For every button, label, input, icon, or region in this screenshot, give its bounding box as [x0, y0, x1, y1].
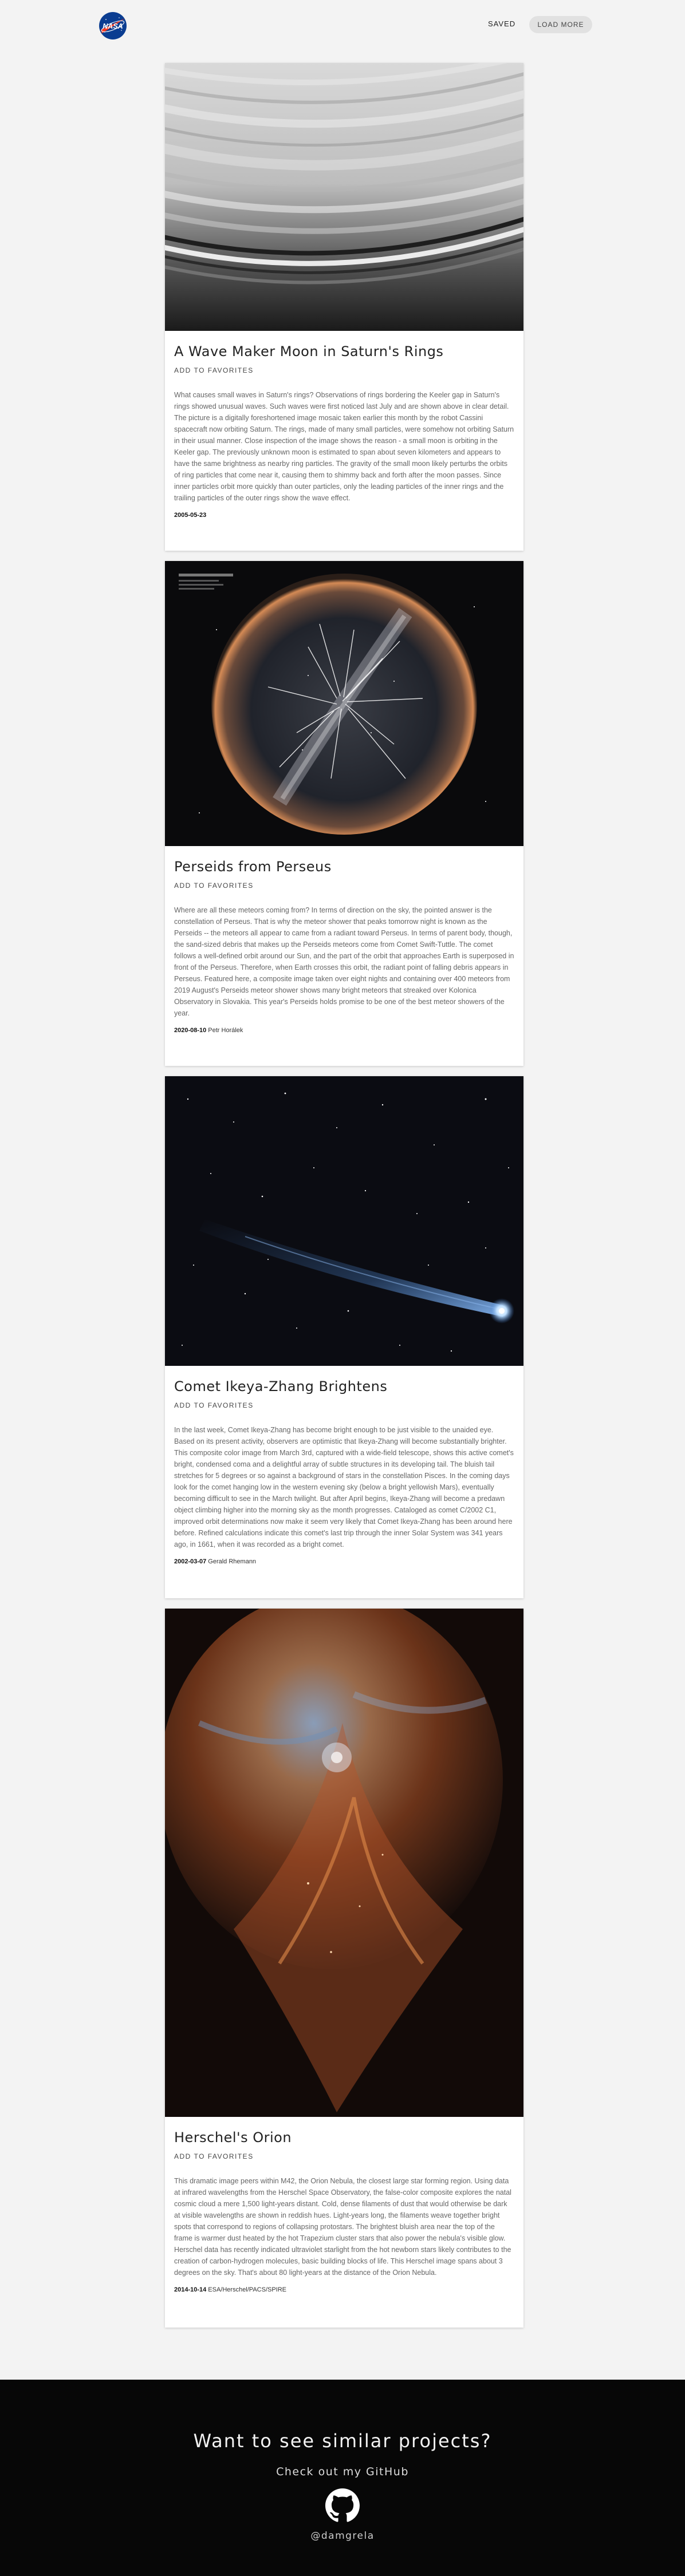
card-title: Herschel's Orion	[174, 2129, 292, 2146]
card-date: 2020-08-10	[174, 1027, 207, 1034]
apod-card: Perseids from Perseus ADD TO FAVORITES W…	[165, 561, 523, 1066]
apod-card: Herschel's Orion ADD TO FAVORITES This d…	[165, 1609, 523, 2328]
card-meta: 2005-05-23	[174, 512, 514, 519]
card-credit: Petr Horálek	[208, 1027, 243, 1034]
add-to-favorites-button[interactable]: ADD TO FAVORITES	[174, 2152, 254, 2160]
card-date: 2002-03-07	[174, 1558, 207, 1565]
perseids-allsky-image	[165, 561, 523, 846]
load-more-button[interactable]: LOAD MORE	[529, 16, 592, 33]
card-date: 2005-05-23	[174, 512, 207, 519]
nasa-logo-text: NASA	[103, 22, 123, 30]
apod-card: Comet Ikeya-Zhang Brightens ADD TO FAVOR…	[165, 1076, 523, 1598]
card-title: Comet Ikeya-Zhang Brightens	[174, 1378, 388, 1394]
add-to-favorites-button[interactable]: ADD TO FAVORITES	[174, 366, 254, 374]
saturn-rings-image	[165, 63, 523, 331]
card-title: Perseids from Perseus	[174, 859, 332, 875]
card-meta: 2014-10-14 ESA/Herschel/PACS/SPIRE	[174, 2286, 514, 2293]
card-description: Where are all these meteors coming from?…	[174, 906, 514, 1017]
github-handle-link[interactable]: @damgrela	[0, 2530, 685, 2542]
card-description: In the last week, Comet Ikeya-Zhang has …	[174, 1426, 514, 1548]
top-header: NASA SAVED LOAD MORE	[0, 0, 685, 50]
github-icon[interactable]	[325, 2488, 360, 2523]
apod-card: A Wave Maker Moon in Saturn's Rings ADD …	[165, 63, 523, 551]
footer-title: Want to see similar projects?	[193, 2430, 492, 2452]
orion-nebula-image	[165, 1609, 523, 2117]
card-credit: Gerald Rhemann	[208, 1558, 257, 1565]
card-meta: 2002-03-07 Gerald Rhemann	[174, 1558, 514, 1565]
card-meta: 2020-08-10 Petr Horálek	[174, 1027, 514, 1034]
nasa-logo-icon[interactable]: NASA	[99, 11, 127, 40]
card-date: 2014-10-14	[174, 2286, 207, 2293]
card-description: This dramatic image peers within M42, th…	[174, 2177, 511, 2277]
footer: Want to see similar projects? Check out …	[0, 2380, 685, 2576]
card-description: What causes small waves in Saturn's ring…	[174, 391, 514, 502]
card-title: A Wave Maker Moon in Saturn's Rings	[174, 343, 444, 359]
card-credit: ESA/Herschel/PACS/SPIRE	[208, 2286, 287, 2293]
footer-subtitle[interactable]: Check out my GitHub	[0, 2466, 685, 2478]
comet-image	[165, 1076, 523, 1366]
add-to-favorites-button[interactable]: ADD TO FAVORITES	[174, 1401, 254, 1409]
add-to-favorites-button[interactable]: ADD TO FAVORITES	[174, 882, 254, 890]
saved-button[interactable]: SAVED	[488, 19, 515, 28]
